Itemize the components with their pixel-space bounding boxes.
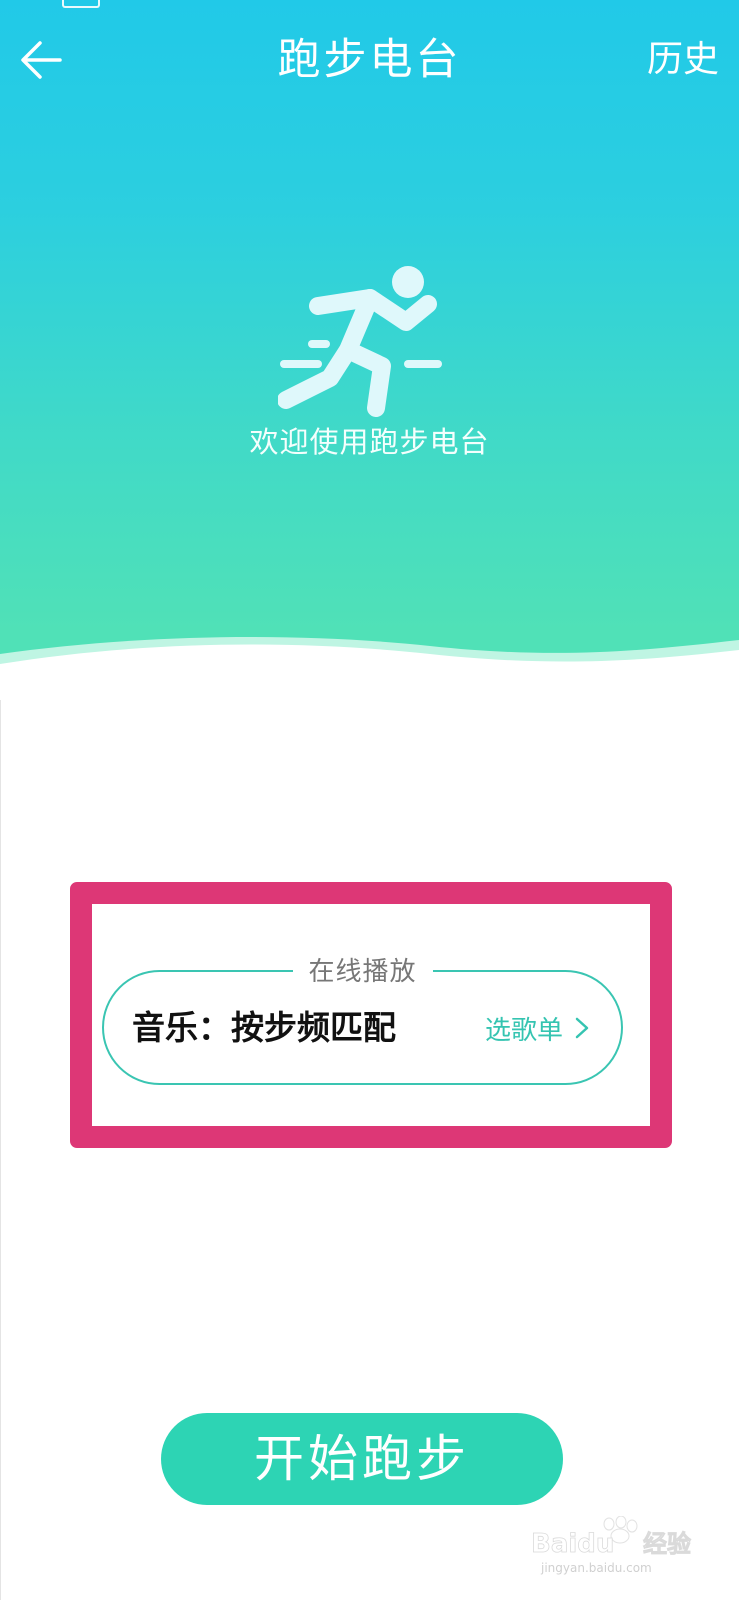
page-title: 跑步电台 xyxy=(277,35,462,85)
music-mode-label: 音乐：按步频匹配 xyxy=(132,1008,396,1047)
online-play-card[interactable]: 在线播放 音乐：按步频匹配 选歌单 xyxy=(102,954,623,1085)
welcome-text: 欢迎使用跑步电台 xyxy=(249,425,490,459)
watermark-domain: jingyan.baidu.com xyxy=(540,1561,652,1575)
status-bar-icon xyxy=(62,0,100,8)
baidu-jingyan-watermark: Baidu 经验 jingyan.baidu.com xyxy=(531,1516,691,1575)
history-button[interactable]: 历史 xyxy=(647,34,719,86)
watermark-brand-latin: Baidu xyxy=(531,1529,614,1559)
select-playlist-label: 选歌单 xyxy=(484,1015,563,1046)
online-play-legend: 在线播放 xyxy=(292,954,433,990)
hero-wave-decoration xyxy=(0,636,739,700)
screen-edge-divider xyxy=(0,700,1,1600)
select-playlist-button[interactable]: 选歌单 xyxy=(485,1008,593,1048)
running-person-icon xyxy=(278,266,442,417)
watermark-brand-cn: 经验 xyxy=(643,1530,691,1558)
chevron-right-icon xyxy=(575,1017,589,1039)
start-running-button[interactable]: 开始跑步 xyxy=(161,1413,563,1505)
